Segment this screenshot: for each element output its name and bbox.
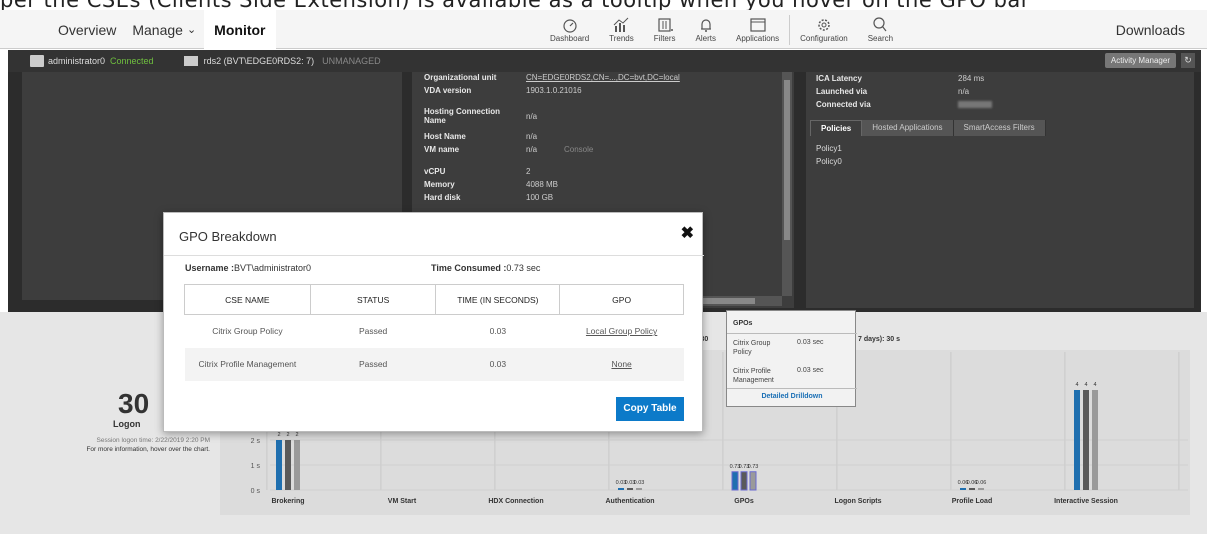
status-cell: Passed <box>310 347 436 381</box>
chart-bar <box>636 488 642 490</box>
time-consumed-meta: Time Consumed :0.73 sec <box>431 263 540 273</box>
data-label: 0.03 <box>634 480 645 486</box>
x-tick-label: VM Start <box>388 498 417 505</box>
chart-bar <box>1092 390 1098 490</box>
data-label: 2 <box>286 432 289 438</box>
gpo-link[interactable]: Local Group Policy <box>560 315 684 348</box>
x-tick-label: Interactive Session <box>1054 498 1118 505</box>
tooltip-row-value: 0.03 sec <box>797 367 824 374</box>
username-label: Username : <box>185 263 235 273</box>
dialog-title: GPO Breakdown <box>179 229 277 244</box>
chart-bar <box>1074 390 1080 490</box>
chart-bar <box>627 488 633 490</box>
detailed-drilldown-link[interactable]: Detailed Drilldown <box>727 393 857 400</box>
data-label: 4 <box>1084 382 1087 388</box>
gpo-tooltip: GPOs Citrix Group Policy 0.03 sec Citrix… <box>726 310 857 407</box>
copy-table-button[interactable]: Copy Table <box>616 397 684 421</box>
gpo-breakdown-dialog: GPO Breakdown ✖ Username :BVT\administra… <box>163 212 704 432</box>
column-header: TIME (IN SECONDS) <box>435 284 561 315</box>
table-row: Citrix Group Policy Passed 0.03 Local Gr… <box>185 315 684 348</box>
time-cell: 0.03 <box>489 326 507 337</box>
time-cell: 0.03 <box>435 347 560 381</box>
chart-bar <box>749 471 757 491</box>
table-row: Citrix Profile Management Passed 0.03 No… <box>184 347 684 381</box>
chart-bar <box>276 440 282 490</box>
time-consumed-label: Time Consumed : <box>431 263 507 273</box>
tooltip-row-name: Citrix Group Policy <box>733 340 771 356</box>
x-tick-label: GPOs <box>734 498 754 505</box>
chart-bar <box>285 440 291 490</box>
chart-bar <box>960 488 966 490</box>
data-label: 2 <box>295 432 298 438</box>
time-consumed-value: 0.73 sec <box>506 263 541 273</box>
username-meta: Username :BVT\administrator0 <box>185 263 311 273</box>
y-tick-label: 1 s <box>251 463 261 470</box>
table-header-row: CSE NAME STATUS TIME (IN SECONDS) GPO <box>184 284 684 315</box>
column-header: GPO <box>559 284 684 315</box>
column-header: CSE NAME <box>184 284 311 315</box>
chart-bar <box>969 488 975 490</box>
divider <box>727 333 857 334</box>
y-tick-label: 0 s <box>251 488 261 495</box>
data-label: 2 <box>277 432 280 438</box>
cse-name-cell: Citrix Group Policy <box>212 326 283 337</box>
tooltip-title: GPOs <box>733 320 753 327</box>
x-tick-label: Authentication <box>606 498 655 505</box>
chart-bar <box>618 488 624 490</box>
tooltip-row-name: Citrix Profile Management <box>733 368 774 384</box>
close-icon[interactable]: ✖ <box>681 223 694 243</box>
x-tick-label: Logon Scripts <box>834 498 881 505</box>
tooltip-row-value: 0.03 sec <box>797 339 824 346</box>
screen: per the CSEs (Clients Side Extension) is… <box>0 0 1207 534</box>
data-label: 0.06 <box>976 480 987 486</box>
status-cell: Passed <box>358 326 388 337</box>
chart-bar <box>731 471 739 491</box>
y-tick-label: 2 s <box>251 438 261 445</box>
x-tick-label: HDX Connection <box>488 498 543 505</box>
divider <box>727 388 857 389</box>
divider <box>164 255 704 256</box>
chart-bar <box>1083 390 1089 490</box>
data-label: 0.73 <box>748 464 759 470</box>
data-label: 4 <box>1075 382 1078 388</box>
column-header: STATUS <box>309 284 437 315</box>
cse-name-cell: Citrix Profile Management <box>184 347 311 381</box>
chart-bar <box>740 471 748 491</box>
x-tick-label: Brokering <box>271 498 304 505</box>
data-label: 4 <box>1093 382 1096 388</box>
chart-bar <box>978 488 984 490</box>
gpo-link[interactable]: None <box>559 347 684 381</box>
gpo-table: CSE NAME STATUS TIME (IN SECONDS) GPO Ci… <box>184 284 684 381</box>
x-tick-label: Profile Load <box>952 498 992 505</box>
chart-bar <box>294 440 300 490</box>
username-value: BVT\administrator0 <box>234 263 312 273</box>
